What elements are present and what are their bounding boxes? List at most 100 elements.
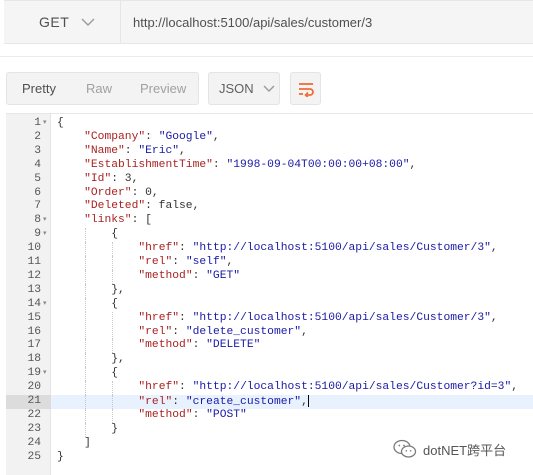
json-punctuation: : bbox=[172, 395, 186, 408]
json-key: "links" bbox=[84, 214, 132, 227]
indent-guide bbox=[112, 339, 114, 354]
request-url-input[interactable]: http://localhost:5100/api/sales/customer… bbox=[121, 0, 533, 44]
code-text: }, bbox=[111, 353, 125, 367]
wrap-lines-icon bbox=[298, 82, 314, 97]
code-text: "Order": 0, bbox=[84, 187, 159, 201]
line-number-cell: 9 ▾ bbox=[6, 228, 51, 242]
line-number-cell: 22 bbox=[6, 409, 51, 423]
json-string: "self" bbox=[185, 256, 227, 268]
fold-toggle-icon[interactable]: ▾ bbox=[43, 298, 51, 312]
line-number-cell: 2 bbox=[6, 131, 51, 145]
indent-guide bbox=[85, 367, 87, 382]
json-punctuation: , bbox=[226, 256, 234, 268]
code-line: 20 "href": "http://localhost:5100/api/sal… bbox=[6, 381, 533, 395]
json-punctuation: : 0, bbox=[131, 186, 159, 199]
tab-raw[interactable]: Raw bbox=[86, 81, 112, 96]
wechat-official-account-icon bbox=[393, 439, 417, 458]
divider bbox=[0, 56, 533, 57]
line-number: 14 bbox=[27, 297, 41, 310]
json-string: "delete_customer" bbox=[185, 325, 302, 338]
indent-guide bbox=[112, 269, 114, 284]
code-line: 23} bbox=[6, 422, 533, 437]
json-punctuation: : bbox=[179, 242, 193, 255]
code-text: "method": "POST" bbox=[138, 409, 246, 423]
request-url-text: http://localhost:5100/api/sales/customer… bbox=[133, 14, 373, 30]
line-number-cell: 17 bbox=[6, 339, 51, 353]
code-line: 2 "Company": "Google", bbox=[6, 131, 533, 145]
json-string: "Google" bbox=[158, 130, 213, 143]
json-string: "GET" bbox=[206, 269, 241, 282]
json-key: "href" bbox=[138, 311, 180, 324]
code-line: 18}, bbox=[6, 353, 533, 368]
line-number: 24 bbox=[27, 436, 41, 449]
line-number: 16 bbox=[27, 325, 41, 338]
fold-toggle-icon[interactable]: ▾ bbox=[43, 367, 51, 381]
json-string: "DELETE" bbox=[206, 339, 261, 352]
line-number-cell: 8 ▾ bbox=[6, 214, 51, 228]
response-view-tabs: Pretty Raw Preview bbox=[6, 72, 199, 105]
line-number: 1 bbox=[34, 117, 41, 129]
code-line: 9 ▾ { bbox=[6, 228, 533, 243]
tab-pretty[interactable]: Pretty bbox=[22, 81, 56, 96]
code-text: }, bbox=[111, 284, 125, 298]
text-cursor bbox=[307, 395, 309, 407]
json-punctuation: : [ bbox=[131, 214, 152, 227]
wrap-lines-button[interactable] bbox=[290, 72, 321, 105]
indent-guide bbox=[112, 395, 114, 409]
json-key: "method" bbox=[138, 339, 193, 352]
line-number-cell: 16 bbox=[6, 326, 51, 340]
code-line: 13}, bbox=[6, 283, 533, 298]
indent-guide bbox=[112, 311, 114, 326]
response-format-select[interactable]: JSON bbox=[208, 72, 280, 105]
line-number: 10 bbox=[27, 242, 41, 255]
json-punctuation: { bbox=[111, 228, 119, 241]
tab-preview[interactable]: Preview bbox=[140, 81, 186, 96]
http-method-select[interactable]: GET bbox=[4, 0, 121, 44]
json-punctuation: : bbox=[179, 311, 193, 324]
watermark: dotNET跨平台 bbox=[393, 436, 506, 462]
response-body-editor[interactable]: 1 ▾{2 "Company": "Google", 3 "Name": "Eric",… bbox=[6, 113, 533, 475]
code-text: ] bbox=[84, 437, 91, 451]
indent-guide bbox=[112, 381, 114, 395]
line-number: 25 bbox=[27, 450, 41, 463]
code-line: 14 ▾ { bbox=[6, 297, 533, 312]
code-text: "EstablishmentTime": "1998-09-04T00:00:0… bbox=[84, 159, 416, 173]
code-text: "href": "http://localhost:5100/api/sales… bbox=[138, 381, 518, 395]
line-number: 12 bbox=[27, 269, 41, 282]
json-key: "Order" bbox=[84, 186, 132, 199]
indent-guide bbox=[112, 256, 114, 270]
json-key: "href" bbox=[138, 381, 180, 394]
code-text: "Id": 3, bbox=[84, 173, 138, 187]
indent-guide bbox=[85, 311, 87, 326]
json-punctuation: : bbox=[192, 408, 207, 421]
watermark-text: dotNET跨平台 bbox=[423, 442, 507, 458]
code-line: 15 "href": "http://localhost:5100/api/sal… bbox=[6, 311, 533, 326]
line-number: 21 bbox=[27, 395, 41, 407]
line-number-cell: 25 bbox=[6, 451, 51, 465]
line-number: 8 bbox=[34, 214, 41, 227]
code-text: { bbox=[57, 117, 64, 131]
json-string: "POST" bbox=[206, 408, 247, 421]
json-key: "method" bbox=[138, 408, 193, 421]
json-punctuation: { bbox=[111, 367, 119, 380]
line-number: 15 bbox=[27, 311, 41, 324]
json-string: "1998-09-04T00:00:00+08:00" bbox=[226, 158, 410, 171]
line-number-cell: 4 bbox=[6, 159, 51, 173]
code-line: 7 "Deleted": false, bbox=[6, 200, 533, 214]
json-string: "create_customer" bbox=[185, 395, 302, 408]
line-number: 3 bbox=[34, 144, 41, 157]
fold-toggle-icon[interactable]: ▾ bbox=[43, 228, 51, 242]
json-punctuation: : bbox=[172, 325, 186, 338]
code-text: "href": "http://localhost:5100/api/sales… bbox=[138, 312, 497, 326]
json-key: "Id" bbox=[84, 172, 112, 185]
json-punctuation: }, bbox=[111, 283, 125, 296]
fold-toggle-icon[interactable]: ▾ bbox=[43, 117, 51, 131]
line-number-cell: 21 bbox=[6, 395, 51, 409]
json-punctuation: , bbox=[409, 158, 417, 171]
line-number-cell: 19 ▾ bbox=[6, 367, 51, 381]
fold-toggle-icon[interactable]: ▾ bbox=[43, 214, 51, 228]
line-number: 11 bbox=[27, 256, 41, 268]
json-punctuation: ] bbox=[84, 436, 91, 449]
json-string: "http://localhost:5100/api/sales/Custome… bbox=[192, 381, 512, 394]
indent-guide bbox=[85, 353, 87, 368]
